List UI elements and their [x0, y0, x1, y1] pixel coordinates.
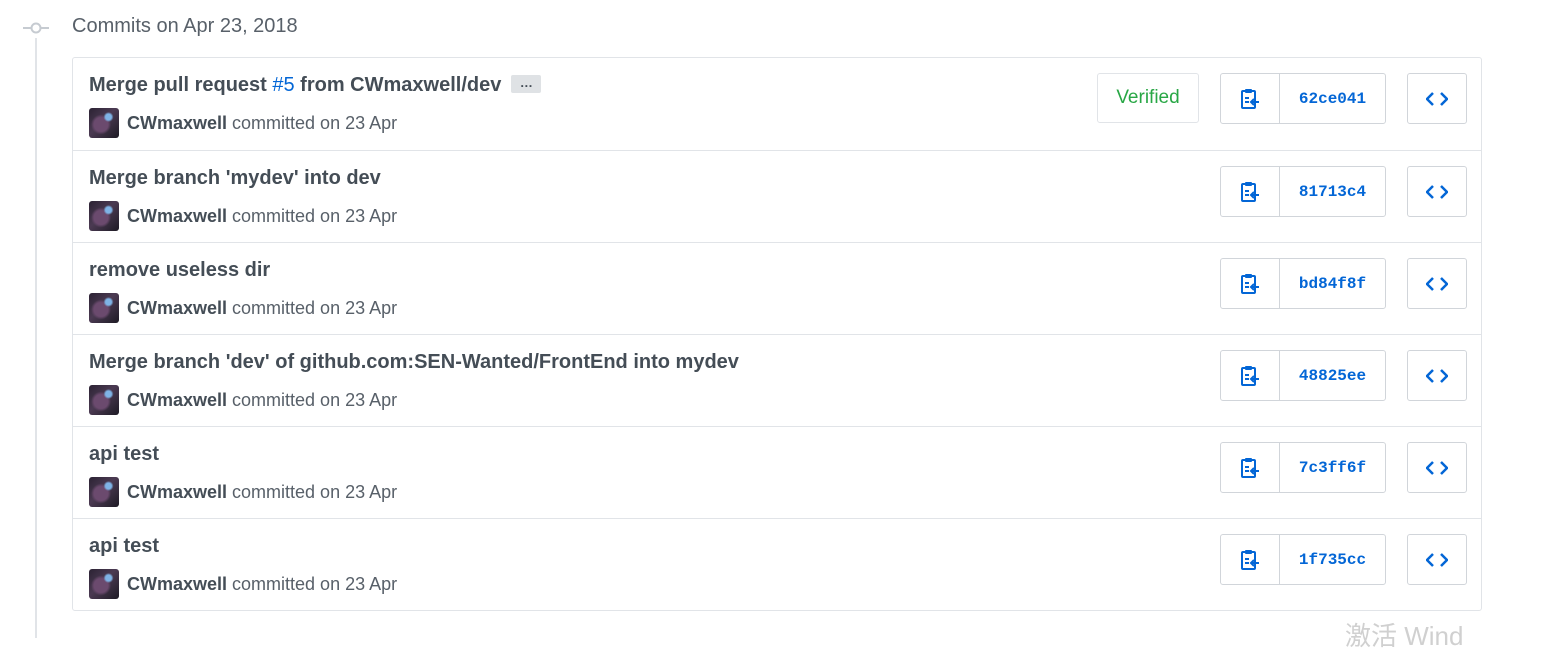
pull-request-link[interactable]: #5 — [272, 74, 294, 96]
avatar[interactable] — [89, 569, 119, 599]
commit-date: committed on 23 Apr — [232, 297, 398, 318]
commit-meta: CWmaxwell committed on 23 Apr — [89, 108, 397, 138]
code-icon — [1426, 184, 1448, 199]
copy-sha-button[interactable] — [1221, 535, 1280, 584]
commit-meta: CWmaxwell committed on 23 Apr — [89, 569, 397, 599]
commit-list: Merge pull request #5 from CWmaxwell/dev… — [72, 57, 1482, 611]
commit-meta: CWmaxwell committed on 23 Apr — [89, 477, 397, 507]
clipboard-icon — [1241, 88, 1259, 109]
sha-button-group: 7c3ff6f — [1220, 442, 1386, 493]
commit-row: Merge pull request #5 from CWmaxwell/dev… — [73, 58, 1481, 150]
copy-sha-button[interactable] — [1221, 351, 1280, 400]
author-link[interactable]: CWmaxwell — [127, 390, 227, 411]
clipboard-icon — [1241, 549, 1259, 570]
browse-tree-button[interactable] — [1407, 534, 1467, 585]
author-link[interactable]: CWmaxwell — [127, 574, 227, 595]
code-icon — [1426, 276, 1448, 291]
activation-watermark: 激活 Wind — [1345, 621, 1464, 651]
commit-sha-link[interactable]: 7c3ff6f — [1280, 443, 1385, 492]
copy-sha-button[interactable] — [1221, 259, 1280, 308]
commit-group-title: Commits on Apr 23, 2018 — [72, 15, 298, 37]
commit-title[interactable]: remove useless dir — [89, 259, 270, 282]
browse-tree-button[interactable] — [1407, 350, 1467, 401]
verified-badge[interactable]: Verified — [1097, 73, 1199, 123]
commit-sha-link[interactable]: 48825ee — [1280, 351, 1385, 400]
commit-date: committed on 23 Apr — [232, 481, 398, 502]
expand-message-button[interactable]: … — [511, 74, 542, 93]
avatar[interactable] — [89, 385, 119, 415]
sha-button-group: 1f735cc — [1220, 534, 1386, 585]
commit-row: remove useless dir CWmaxwell committed o… — [73, 242, 1481, 334]
browse-tree-button[interactable] — [1407, 73, 1467, 124]
sha-button-group: bd84f8f — [1220, 258, 1386, 309]
browse-tree-button[interactable] — [1407, 166, 1467, 217]
author-link[interactable]: CWmaxwell — [127, 298, 227, 319]
code-icon — [1426, 460, 1448, 475]
avatar[interactable] — [89, 201, 119, 231]
commit-meta: CWmaxwell committed on 23 Apr — [89, 385, 397, 415]
commit-title[interactable]: Merge pull request #5 from CWmaxwell/dev… — [89, 74, 542, 97]
author-link[interactable]: CWmaxwell — [127, 482, 227, 503]
timeline-line — [35, 38, 37, 638]
author-link[interactable]: CWmaxwell — [127, 113, 227, 134]
commit-title-suffix[interactable]: from CWmaxwell/dev — [295, 74, 501, 96]
avatar[interactable] — [89, 293, 119, 323]
commit-node-icon — [23, 22, 49, 34]
browse-tree-button[interactable] — [1407, 258, 1467, 309]
clipboard-icon — [1241, 365, 1259, 386]
author-link[interactable]: CWmaxwell — [127, 206, 227, 227]
code-icon — [1426, 552, 1448, 567]
avatar[interactable] — [89, 477, 119, 507]
commit-row: Merge branch 'dev' of github.com:SEN-Wan… — [73, 334, 1481, 426]
sha-button-group: 62ce041 — [1220, 73, 1386, 124]
clipboard-icon — [1241, 181, 1259, 202]
clipboard-icon — [1241, 457, 1259, 478]
commit-row: Merge branch 'mydev' into dev CWmaxwell … — [73, 150, 1481, 242]
copy-sha-button[interactable] — [1221, 443, 1280, 492]
commit-date: committed on 23 Apr — [232, 205, 398, 226]
commit-title[interactable]: api test — [89, 535, 159, 558]
commit-sha-link[interactable]: bd84f8f — [1280, 259, 1385, 308]
commit-sha-link[interactable]: 81713c4 — [1280, 167, 1385, 216]
commit-sha-link[interactable]: 1f735cc — [1280, 535, 1385, 584]
commit-title[interactable]: Merge branch 'dev' of github.com:SEN-Wan… — [89, 351, 739, 374]
commit-date: committed on 23 Apr — [232, 573, 398, 594]
commit-title-prefix[interactable]: Merge pull request — [89, 74, 272, 96]
clipboard-icon — [1241, 273, 1259, 294]
commit-row: api test CWmaxwell committed on 23 Apr 7… — [73, 426, 1481, 518]
code-icon — [1426, 91, 1448, 106]
commit-meta: CWmaxwell committed on 23 Apr — [89, 293, 397, 323]
copy-sha-button[interactable] — [1221, 167, 1280, 216]
copy-sha-button[interactable] — [1221, 74, 1280, 123]
commit-sha-link[interactable]: 62ce041 — [1280, 74, 1385, 123]
commit-meta: CWmaxwell committed on 23 Apr — [89, 201, 397, 231]
commit-date: committed on 23 Apr — [232, 112, 398, 133]
commit-title[interactable]: Merge branch 'mydev' into dev — [89, 167, 381, 190]
code-icon — [1426, 368, 1448, 383]
commit-date: committed on 23 Apr — [232, 389, 398, 410]
browse-tree-button[interactable] — [1407, 442, 1467, 493]
sha-button-group: 81713c4 — [1220, 166, 1386, 217]
avatar[interactable] — [89, 108, 119, 138]
commit-title[interactable]: api test — [89, 443, 159, 466]
commit-row: api test CWmaxwell committed on 23 Apr 1… — [73, 518, 1481, 610]
sha-button-group: 48825ee — [1220, 350, 1386, 401]
